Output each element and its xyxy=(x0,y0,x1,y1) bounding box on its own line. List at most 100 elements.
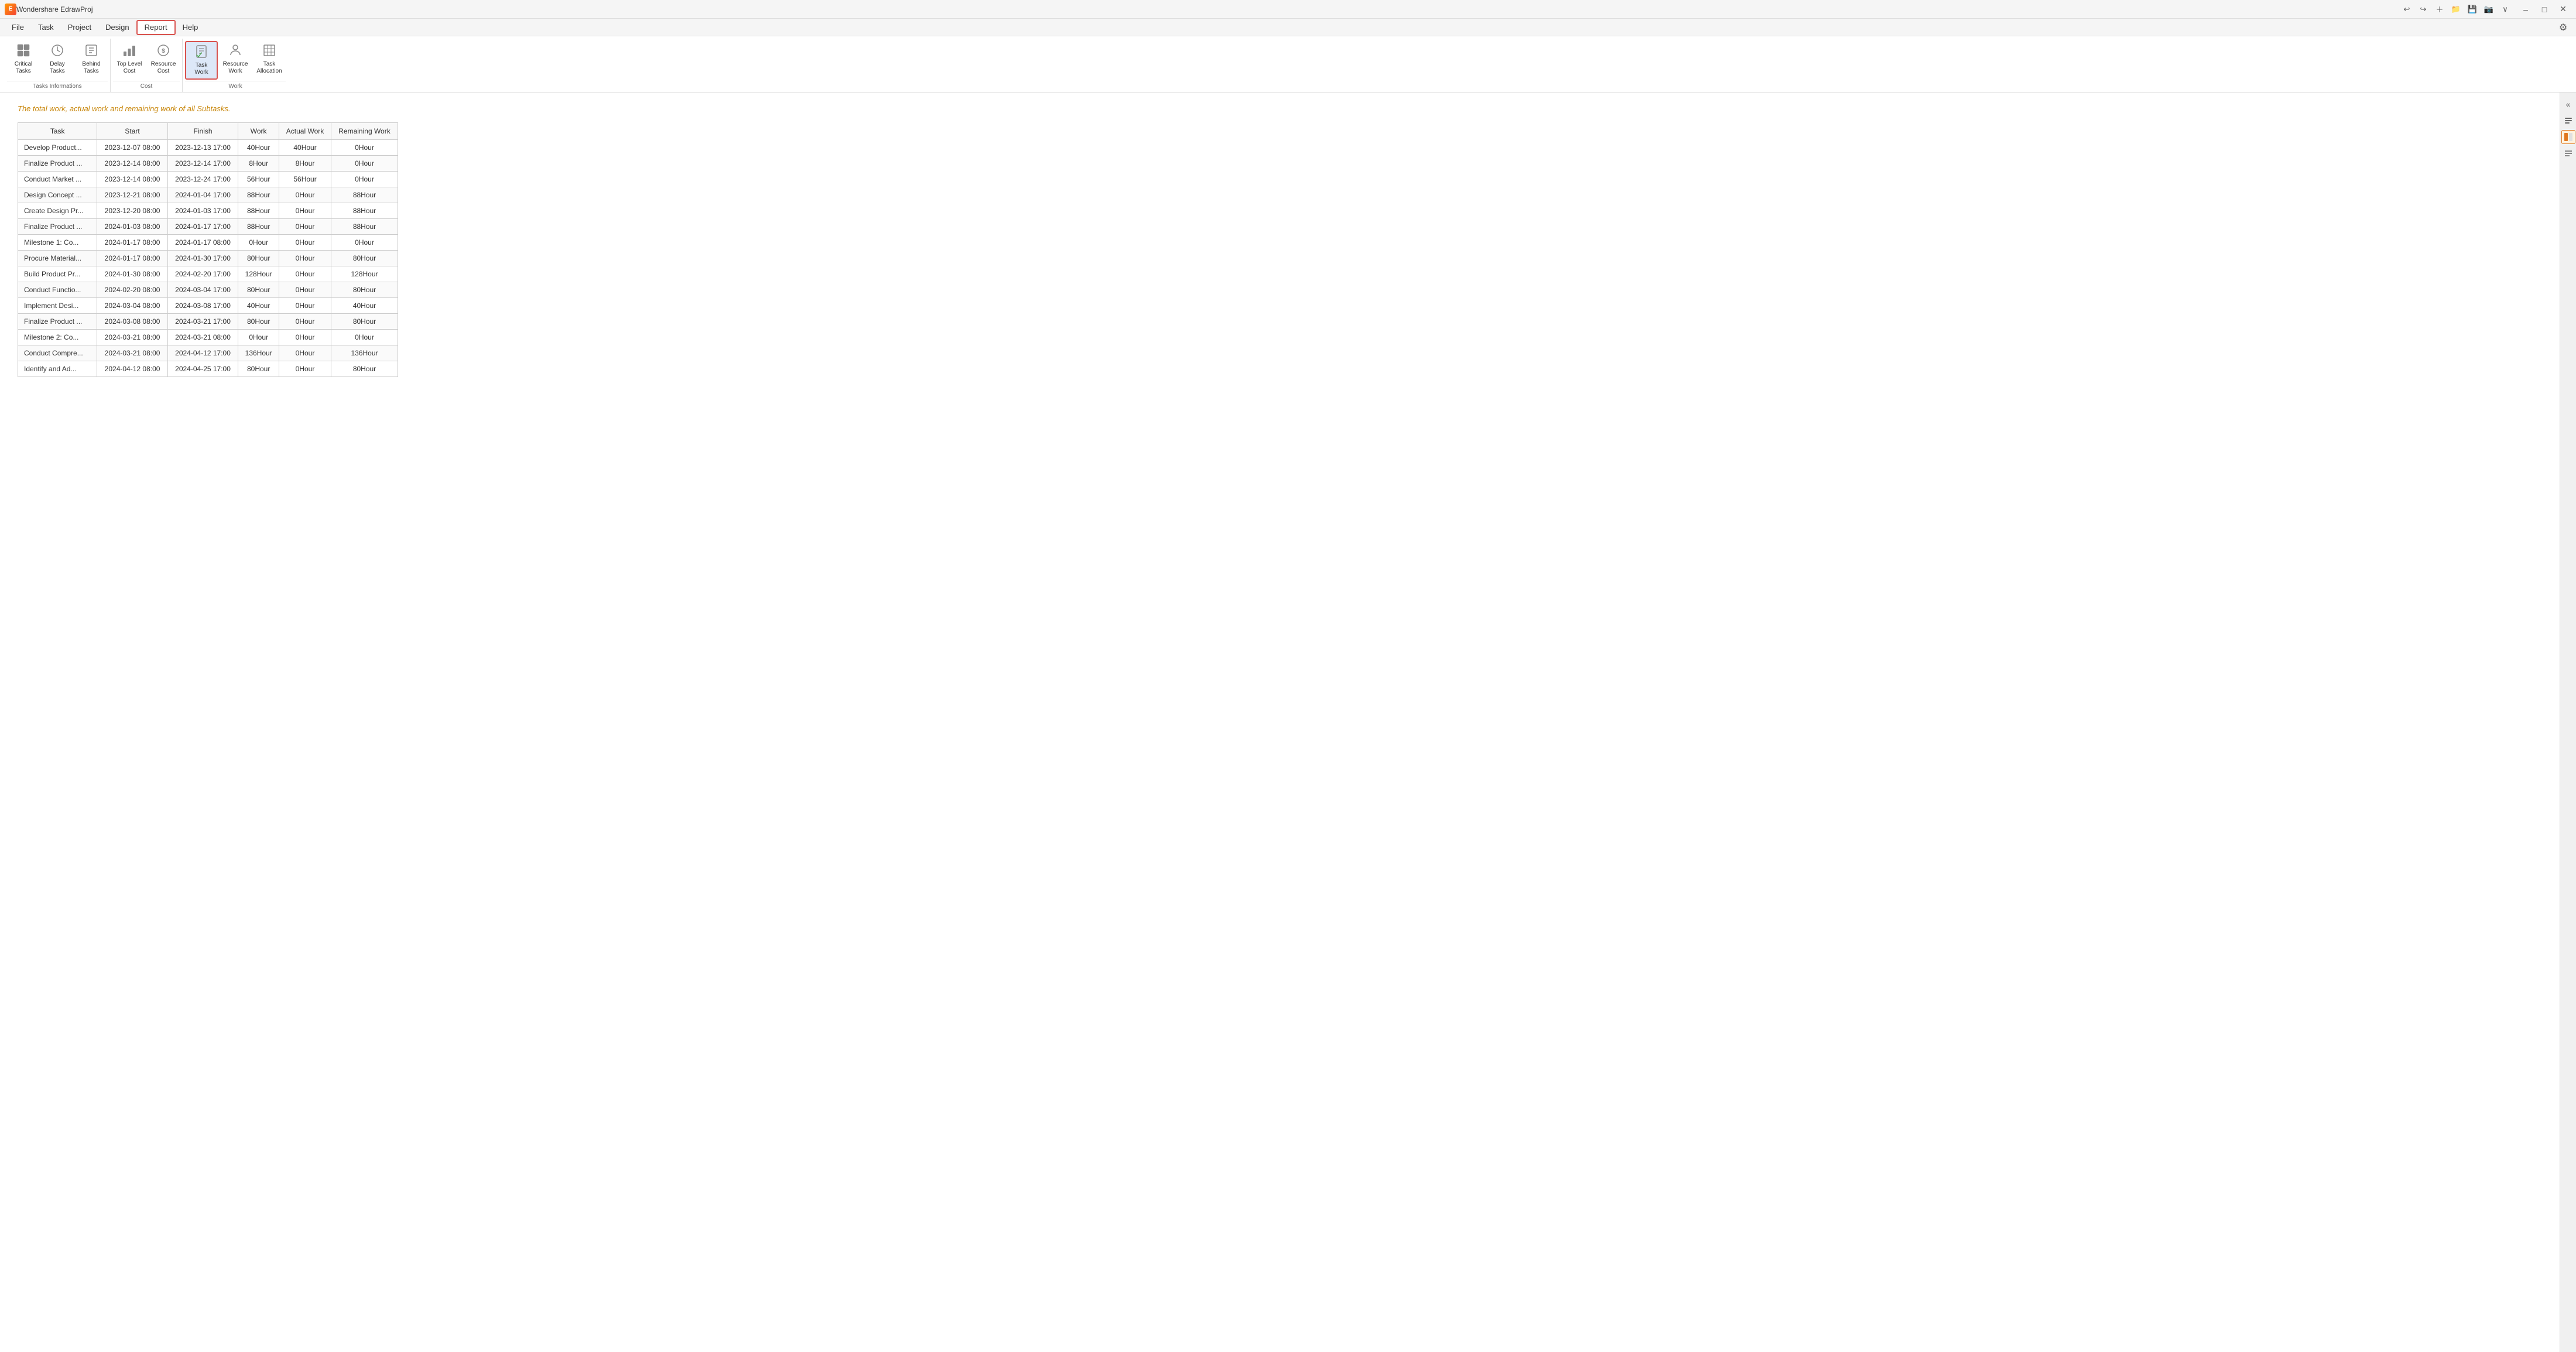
table-row: Develop Product... 2023-12-07 08:00 2023… xyxy=(18,140,398,156)
window-controls: – □ ✕ xyxy=(2517,1,2571,18)
capture-button[interactable]: 📷 xyxy=(2481,2,2496,17)
cell-task: Conduct Compre... xyxy=(18,345,97,361)
table-row: Conduct Compre... 2024-03-21 08:00 2024-… xyxy=(18,345,398,361)
more-button[interactable]: ∨ xyxy=(2498,2,2513,17)
cell-start: 2024-02-20 08:00 xyxy=(97,282,167,298)
cell-start: 2024-03-04 08:00 xyxy=(97,298,167,314)
top-level-cost-icon xyxy=(122,43,136,60)
sidebar-toggle-button[interactable]: « xyxy=(2561,97,2575,111)
minimize-button[interactable]: – xyxy=(2517,1,2534,18)
cost-buttons: Top LevelCost $ ResourceCost xyxy=(113,39,180,80)
delay-tasks-label: DelayTasks xyxy=(50,61,65,75)
menu-design[interactable]: Design xyxy=(98,20,136,35)
settings-button[interactable]: ⚙ xyxy=(2555,19,2571,36)
menu-project[interactable]: Project xyxy=(61,20,98,35)
cell-remaining-work: 80Hour xyxy=(331,282,398,298)
col-remaining-work: Remaining Work xyxy=(331,123,398,140)
table-row: Implement Desi... 2024-03-04 08:00 2024-… xyxy=(18,298,398,314)
cell-start: 2023-12-07 08:00 xyxy=(97,140,167,156)
critical-tasks-button[interactable]: CriticalTasks xyxy=(7,41,40,77)
resource-work-icon xyxy=(228,43,242,60)
cell-start: 2024-01-17 08:00 xyxy=(97,235,167,251)
work-buttons: TaskWork ResourceWork xyxy=(185,39,286,80)
content-area: The total work, actual work and remainin… xyxy=(0,93,2560,1352)
cell-actual-work: 0Hour xyxy=(279,282,331,298)
title-bar: E Wondershare EdrawProj ↩ ↪ ＋ 📁 💾 📷 ∨ – … xyxy=(0,0,2576,19)
cell-finish: 2024-04-12 17:00 xyxy=(167,345,238,361)
cell-work: 8Hour xyxy=(238,156,279,172)
cell-finish: 2024-02-20 17:00 xyxy=(167,266,238,282)
close-button[interactable]: ✕ xyxy=(2555,1,2571,18)
cell-work: 136Hour xyxy=(238,345,279,361)
cell-work: 80Hour xyxy=(238,251,279,266)
resource-work-label: ResourceWork xyxy=(223,61,248,75)
cell-finish: 2024-03-21 08:00 xyxy=(167,330,238,345)
cell-finish: 2024-03-21 17:00 xyxy=(167,314,238,330)
undo-button[interactable]: ↩ xyxy=(2399,2,2414,17)
content-subtitle: The total work, actual work and remainin… xyxy=(18,104,2542,113)
cell-actual-work: 0Hour xyxy=(279,203,331,219)
tasks-informations-group-label: Tasks Informations xyxy=(7,81,108,92)
cell-task: Develop Product... xyxy=(18,140,97,156)
col-task: Task xyxy=(18,123,97,140)
cell-work: 40Hour xyxy=(238,298,279,314)
new-button[interactable]: ＋ xyxy=(2432,2,2447,17)
cell-remaining-work: 88Hour xyxy=(331,219,398,235)
behind-tasks-button[interactable]: BehindTasks xyxy=(75,41,108,77)
open-button[interactable]: 📁 xyxy=(2448,2,2464,17)
properties-button[interactable] xyxy=(2561,114,2575,128)
cell-remaining-work: 40Hour xyxy=(331,298,398,314)
right-sidebar: « xyxy=(2560,93,2576,1352)
cell-finish: 2024-03-04 17:00 xyxy=(167,282,238,298)
app-logo: E xyxy=(5,4,16,15)
cell-actual-work: 0Hour xyxy=(279,187,331,203)
critical-tasks-icon xyxy=(16,43,30,60)
menu-report[interactable]: Report xyxy=(136,20,176,35)
cell-remaining-work: 136Hour xyxy=(331,345,398,361)
delay-tasks-button[interactable]: DelayTasks xyxy=(41,41,74,77)
top-level-cost-label: Top LevelCost xyxy=(117,61,142,75)
save-button[interactable]: 💾 xyxy=(2465,2,2480,17)
cell-work: 0Hour xyxy=(238,330,279,345)
format-button[interactable] xyxy=(2561,146,2575,160)
table-row: Finalize Product ... 2024-03-08 08:00 20… xyxy=(18,314,398,330)
cell-remaining-work: 88Hour xyxy=(331,187,398,203)
task-work-button[interactable]: TaskWork xyxy=(185,41,218,80)
cell-work: 40Hour xyxy=(238,140,279,156)
cell-start: 2023-12-21 08:00 xyxy=(97,187,167,203)
cell-finish: 2024-01-17 17:00 xyxy=(167,219,238,235)
cell-task: Finalize Product ... xyxy=(18,219,97,235)
highlight-button[interactable] xyxy=(2561,130,2575,144)
top-level-cost-button[interactable]: Top LevelCost xyxy=(113,41,146,77)
maximize-button[interactable]: □ xyxy=(2536,1,2553,18)
menu-file[interactable]: File xyxy=(5,20,31,35)
cell-actual-work: 0Hour xyxy=(279,345,331,361)
behind-tasks-label: BehindTasks xyxy=(82,61,100,75)
redo-button[interactable]: ↪ xyxy=(2416,2,2431,17)
resource-cost-button[interactable]: $ ResourceCost xyxy=(147,41,180,77)
menu-task[interactable]: Task xyxy=(31,20,61,35)
table-row: Conduct Functio... 2024-02-20 08:00 2024… xyxy=(18,282,398,298)
cell-remaining-work: 0Hour xyxy=(331,156,398,172)
cell-work: 88Hour xyxy=(238,187,279,203)
cell-work: 80Hour xyxy=(238,314,279,330)
table-row: Identify and Ad... 2024-04-12 08:00 2024… xyxy=(18,361,398,377)
cell-task: Implement Desi... xyxy=(18,298,97,314)
table-row: Procure Material... 2024-01-17 08:00 202… xyxy=(18,251,398,266)
resource-cost-label: ResourceCost xyxy=(151,61,176,75)
cell-start: 2023-12-14 08:00 xyxy=(97,156,167,172)
menu-help[interactable]: Help xyxy=(176,20,205,35)
cell-actual-work: 8Hour xyxy=(279,156,331,172)
cell-work: 80Hour xyxy=(238,282,279,298)
task-allocation-button[interactable]: TaskAllocation xyxy=(253,41,286,77)
ribbon: CriticalTasks DelayTasks xyxy=(0,36,2576,93)
cell-task: Create Design Pr... xyxy=(18,203,97,219)
task-allocation-label: TaskAllocation xyxy=(256,61,282,75)
cell-finish: 2024-01-04 17:00 xyxy=(167,187,238,203)
resource-work-button[interactable]: ResourceWork xyxy=(219,41,252,77)
cell-work: 88Hour xyxy=(238,219,279,235)
work-group-label: Work xyxy=(185,81,286,92)
cell-actual-work: 0Hour xyxy=(279,330,331,345)
cell-start: 2024-04-12 08:00 xyxy=(97,361,167,377)
cell-actual-work: 0Hour xyxy=(279,361,331,377)
